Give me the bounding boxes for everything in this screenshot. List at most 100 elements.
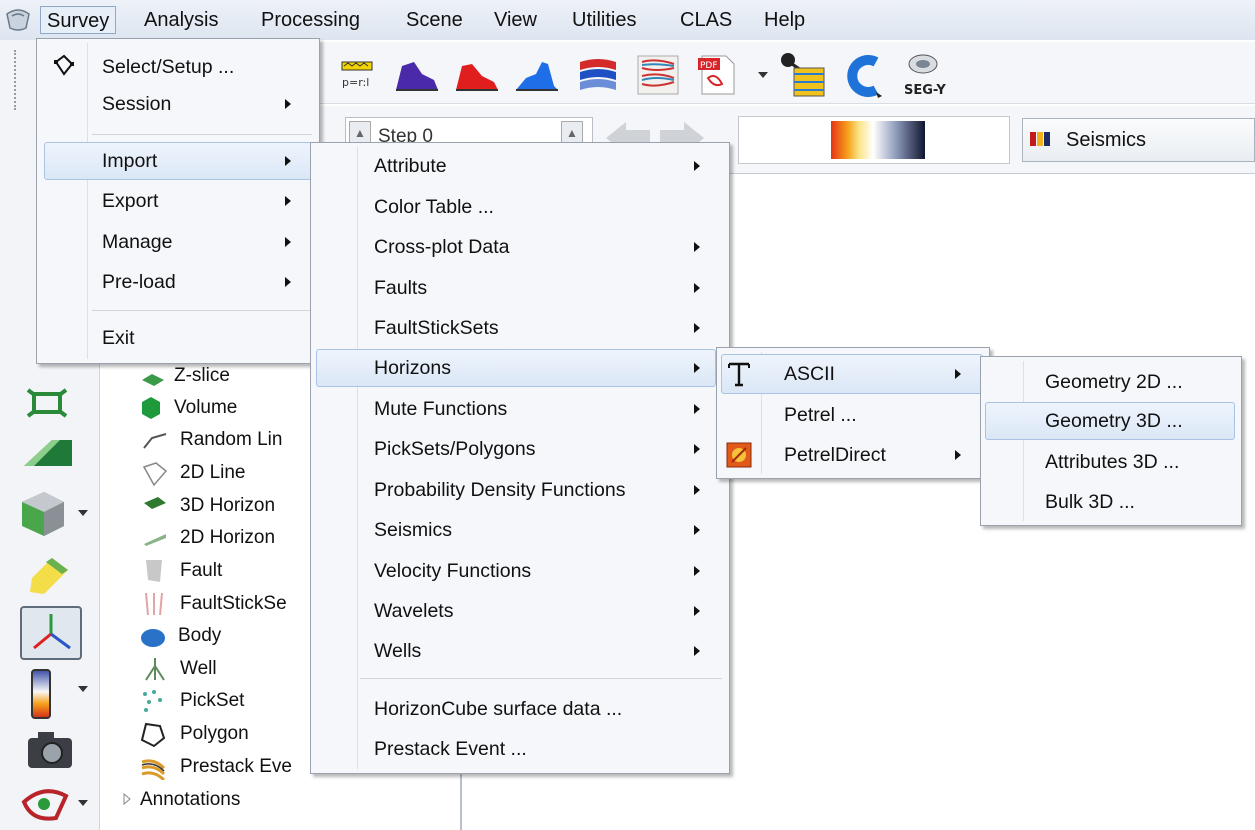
menu-bar: Survey Analysis Processing Scene View Ut… bbox=[0, 0, 1255, 40]
volume-render-icon[interactable] bbox=[776, 50, 832, 100]
menu-item-ascii[interactable]: ASCII bbox=[784, 355, 835, 393]
menu-utilities[interactable]: Utilities bbox=[566, 6, 642, 34]
menu-item-wavelets[interactable]: Wavelets bbox=[374, 592, 453, 630]
tree-item-3d-horizon[interactable]: 3D Horizon bbox=[180, 491, 275, 521]
tree-item-polygon[interactable]: Polygon bbox=[180, 719, 249, 749]
camera-icon[interactable] bbox=[24, 728, 76, 772]
2d-horizon-icon bbox=[144, 534, 166, 546]
horizon-plane-icon[interactable] bbox=[20, 436, 76, 470]
menu-item-attribute[interactable]: Attribute bbox=[374, 147, 447, 185]
crossplot-c-icon[interactable] bbox=[838, 52, 888, 100]
zslice-icon bbox=[142, 374, 164, 386]
submenu-arrow-icon bbox=[694, 444, 700, 454]
tree-item-pickset[interactable]: PickSet bbox=[180, 686, 244, 716]
menu-separator bbox=[92, 134, 312, 135]
pdf-icon[interactable]: PDF bbox=[696, 52, 740, 98]
seismic-wiggle-icon[interactable]: p=r:l bbox=[338, 56, 378, 94]
menu-item-mute-functions[interactable]: Mute Functions bbox=[374, 390, 507, 428]
menu-item-color-table[interactable]: Color Table ... bbox=[374, 188, 494, 226]
chevron-down-icon[interactable] bbox=[756, 70, 770, 80]
menu-survey[interactable]: Survey bbox=[40, 6, 117, 34]
3d-horizon-icon bbox=[144, 497, 166, 509]
svg-text:p=r:l: p=r:l bbox=[342, 76, 369, 89]
menu-item-geometry-3d[interactable]: Geometry 3D ... bbox=[1045, 402, 1183, 440]
menu-item-preload[interactable]: Pre-load bbox=[102, 263, 176, 301]
tree-item-well[interactable]: Well bbox=[180, 654, 217, 684]
menu-item-pdf[interactable]: Probability Density Functions bbox=[374, 471, 625, 509]
random-line-icon bbox=[143, 433, 167, 449]
tree-item-volume[interactable]: Volume bbox=[174, 393, 237, 423]
view-direction-icon[interactable] bbox=[18, 782, 72, 824]
inline-slice-icon[interactable] bbox=[24, 386, 70, 420]
menu-item-manage[interactable]: Manage bbox=[102, 223, 172, 261]
menu-item-export[interactable]: Export bbox=[102, 182, 158, 220]
menu-item-horizoncube-surface[interactable]: HorizonCube surface data ... bbox=[374, 690, 622, 728]
toolbar-grip[interactable] bbox=[14, 50, 20, 110]
segy-icon[interactable]: SEG-Y bbox=[896, 50, 950, 98]
pickset-icon bbox=[143, 690, 162, 712]
menu-help[interactable]: Help bbox=[758, 6, 811, 34]
tree-item-random-line[interactable]: Random Lin bbox=[180, 425, 282, 455]
colorbar-icon[interactable] bbox=[26, 668, 56, 720]
tree-item-faultstickset[interactable]: FaultStickSe bbox=[180, 589, 287, 619]
log-display-icon[interactable] bbox=[636, 54, 680, 96]
tree-item-zslice[interactable]: Z-slice bbox=[174, 361, 230, 391]
color-bar[interactable] bbox=[738, 116, 1010, 164]
tree-item-prestack-event[interactable]: Prestack Eve bbox=[180, 752, 292, 782]
menu-item-picksets-polygons[interactable]: PickSets/Polygons bbox=[374, 430, 536, 468]
menu-item-attributes-3d[interactable]: Attributes 3D ... bbox=[1045, 443, 1179, 481]
tree-item-body[interactable]: Body bbox=[178, 621, 221, 651]
tree-item-annotations[interactable]: Annotations bbox=[140, 785, 240, 815]
submenu-arrow-icon bbox=[694, 283, 700, 293]
menu-item-petreldirect[interactable]: PetrelDirect bbox=[784, 436, 886, 474]
axes-toggle-button[interactable] bbox=[20, 606, 82, 660]
menu-item-petrel[interactable]: Petrel ... bbox=[784, 396, 857, 434]
menu-item-geometry-2d[interactable]: Geometry 2D ... bbox=[1045, 363, 1183, 401]
chevron-down-icon[interactable] bbox=[76, 684, 90, 694]
chevron-down-icon[interactable] bbox=[76, 798, 90, 808]
menu-item-horizons[interactable]: Horizons bbox=[374, 349, 451, 387]
colortable-swatch-icon bbox=[1030, 132, 1050, 146]
menu-separator bbox=[92, 310, 312, 311]
svg-text:PDF: PDF bbox=[700, 61, 718, 71]
submenu-arrow-icon bbox=[694, 606, 700, 616]
volume-cube-icon[interactable] bbox=[16, 488, 70, 538]
tree-item-2d-horizon[interactable]: 2D Horizon bbox=[180, 523, 275, 553]
menu-item-velocity-functions[interactable]: Velocity Functions bbox=[374, 552, 531, 590]
menu-clas[interactable]: CLAS bbox=[674, 6, 738, 34]
menu-item-prestack-event[interactable]: Prestack Event ... bbox=[374, 730, 527, 768]
menu-processing[interactable]: Processing bbox=[255, 6, 366, 34]
menu-item-seismics[interactable]: Seismics bbox=[374, 511, 452, 549]
layers-icon[interactable] bbox=[576, 54, 620, 96]
submenu-arrow-icon bbox=[285, 237, 291, 247]
menu-item-crossplot-data[interactable]: Cross-plot Data bbox=[374, 228, 509, 266]
histogram-blue-icon[interactable] bbox=[514, 56, 560, 94]
menu-item-import[interactable]: Import bbox=[102, 142, 157, 180]
chevron-down-icon[interactable] bbox=[76, 508, 90, 518]
petrel-direct-icon bbox=[726, 442, 752, 468]
submenu-arrow-icon bbox=[694, 525, 700, 535]
volume-icon bbox=[142, 397, 160, 419]
histogram-purple-icon[interactable] bbox=[394, 56, 440, 94]
menu-item-faultsticksets[interactable]: FaultStickSets bbox=[374, 309, 499, 347]
menu-scene[interactable]: Scene bbox=[400, 6, 469, 34]
select-setup-icon bbox=[54, 54, 74, 76]
histogram-red-icon[interactable] bbox=[454, 56, 500, 94]
menu-item-exit[interactable]: Exit bbox=[102, 319, 135, 357]
tree-expand-icon[interactable] bbox=[120, 792, 134, 806]
submenu-arrow-icon bbox=[285, 196, 291, 206]
polygon-icon bbox=[140, 722, 166, 748]
highlighter-icon[interactable] bbox=[22, 552, 76, 600]
menu-view[interactable]: View bbox=[488, 6, 543, 34]
menu-item-select-setup[interactable]: Select/Setup ... bbox=[102, 48, 234, 86]
tree-item-fault[interactable]: Fault bbox=[180, 556, 222, 586]
survey-menu bbox=[36, 38, 320, 364]
menu-item-bulk-3d[interactable]: Bulk 3D ... bbox=[1045, 483, 1135, 521]
well-icon bbox=[145, 658, 165, 681]
menu-item-faults[interactable]: Faults bbox=[374, 269, 427, 307]
tree-item-2d-line[interactable]: 2D Line bbox=[180, 458, 246, 488]
menu-analysis[interactable]: Analysis bbox=[138, 6, 224, 34]
submenu-arrow-icon bbox=[285, 156, 291, 166]
menu-item-session[interactable]: Session bbox=[102, 85, 171, 123]
menu-item-wells[interactable]: Wells bbox=[374, 632, 421, 670]
